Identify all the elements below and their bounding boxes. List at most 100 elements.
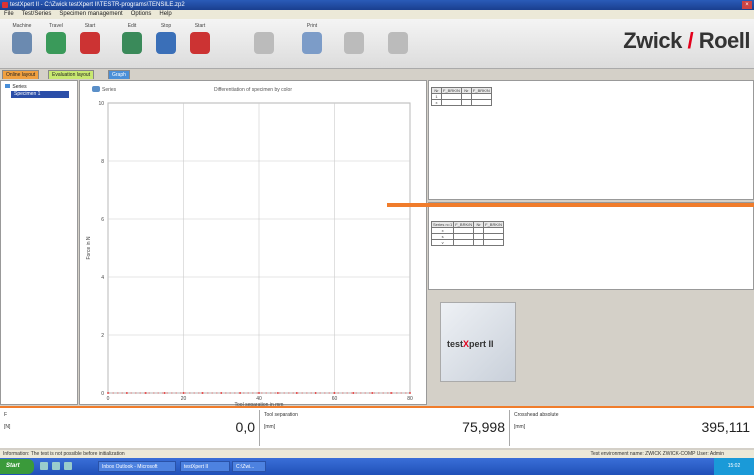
data-point [295,392,298,394]
tab-evaluation-layout[interactable]: Evaluation layout [48,70,95,79]
chart-panel: Series Differentiation of specimen by co… [79,80,428,406]
y-tick-label: 8 [101,159,104,165]
task-outlook[interactable]: Inbox Outlook - Microsoft [98,461,176,472]
edit-button[interactable]: Edit [118,23,146,65]
start-icon [80,32,100,54]
data-point [201,392,204,394]
statistics-cell [473,239,485,246]
statistics-cell: v [430,239,455,246]
x-tick-label: 20 [181,396,187,402]
readout-bar: F [N] 0,0 Tool separation [mm] 75,998 Cr… [0,406,754,448]
tab-graph[interactable]: Graph [108,70,130,79]
print-button[interactable]: Print [298,23,326,65]
statistics-table: Series n=1 F_BRK/N Nr F_BRK/N x s v [430,221,505,246]
travel-icon [46,32,66,54]
data-point [258,392,260,394]
travel-button[interactable]: Travel [42,23,70,65]
statistics-cell [483,239,505,246]
y-tick-label: 4 [101,275,104,281]
data-point [352,392,355,394]
tree-item-specimen[interactable]: Specimen 1 [11,91,69,98]
start-button[interactable]: Start [0,459,34,474]
statistics-cell [453,239,475,246]
x-tick-label: 60 [332,396,338,402]
statistics-header-cell: F_BRK/N [483,221,505,228]
start-button[interactable]: Start [76,23,104,65]
series-tree-panel: Series Specimen 1 [0,80,78,405]
taskbar: Start Inbox Outlook - Microsoft testXper… [0,458,754,475]
document-button[interactable] [250,23,278,65]
data-point [239,392,242,394]
results-row[interactable]: x [431,99,492,106]
app-icon [2,2,8,8]
orange-highlight-line [387,203,754,207]
system-tray-clock: 15:02 [714,458,754,475]
stop-button[interactable]: Stop [152,23,180,65]
info-message: Information: The test is not possible be… [3,451,125,457]
data-point [314,392,317,394]
close-button[interactable]: × [742,1,752,9]
edit-icon [122,32,142,54]
statistics-header-cell: F_BRK/N [453,221,475,228]
environment-info: Test environment name: ZWICK ZWICK-COMP … [590,451,724,457]
data-point [276,392,279,394]
data-point [163,392,166,394]
zero-button[interactable] [340,23,368,65]
task-explorer[interactable]: C:\Zwi... [232,461,266,472]
testxpert-logo: testXpert II [440,302,516,382]
zwick-roell-logo: Zwick / Roell [623,28,750,53]
statistics-header-cell: Series n=1 [430,221,455,228]
quicklaunch-icon[interactable] [52,462,60,470]
y-tick-label: 2 [101,333,104,339]
folder-icon [5,84,10,88]
results-cell: x [431,99,442,106]
message-bar: Information: The test is not possible be… [0,450,754,458]
results-table: Nr F_BRK/N Nr F_BRK/N 1 x [431,87,492,106]
results-cell [460,99,472,106]
results-header-cell: F_BRK/N [441,87,462,94]
data-point [333,392,336,394]
menu-file[interactable]: File [4,10,14,19]
crosshead-readout: Crosshead absolute [mm] 395,111 [514,412,750,435]
record-button[interactable]: Start [186,23,214,65]
force-readout: F [N] 0,0 [0,410,260,446]
data-point [409,392,411,394]
data-point [144,392,147,394]
menu-help[interactable]: Help [159,10,171,19]
data-point [220,392,223,394]
results-panel: Nr F_BRK/N Nr F_BRK/N 1 x Series n=1 F_BRK/N Nr… [428,80,754,405]
results-cell [470,99,492,106]
force-chart[interactable]: 0 20 40 60 800246810Tool separation in mmFor… [80,81,428,406]
results-header-cell: F_BRK/N [470,87,492,94]
task-testxpert[interactable]: testXpert II [180,461,230,472]
menu-specimen-management[interactable]: Specimen management [59,10,122,19]
menu-test-series[interactable]: Test/Series [22,10,52,19]
tool-separation-readout: Tool separation [mm] 75,998 [260,410,510,446]
y-tick-label: 0 [101,391,104,397]
statistics-row[interactable]: v [430,239,505,246]
tools-button[interactable] [384,23,412,65]
quicklaunch-icon[interactable] [40,462,48,470]
zero-icon [344,32,364,54]
results-cell [441,99,462,106]
machine-button[interactable]: Machine [8,23,36,65]
data-point [125,392,128,394]
data-point [390,392,393,394]
quicklaunch-icon[interactable] [64,462,72,470]
tree-root-series[interactable]: Series [5,84,27,90]
menu-bar: File Test/Series Specimen management Opt… [0,10,754,19]
y-axis-label: Force in N [86,236,92,259]
window-title: testXpert II - C:\Zwick testXpert II\TES… [10,2,185,8]
statistics-table-panel: Series n=1 F_BRK/N Nr F_BRK/N x s v [428,202,754,290]
tools-icon [388,32,408,54]
record-icon [190,32,210,54]
x-tick-label: 80 [407,396,413,402]
results-table-panel: Nr F_BRK/N Nr F_BRK/N 1 x [428,80,754,200]
title-bar: testXpert II - C:\Zwick testXpert II\TES… [0,0,754,10]
data-point [107,392,109,394]
print-icon [302,32,322,54]
menu-options[interactable]: Options [131,10,152,19]
logo-panel: testXpert II [428,292,754,405]
tab-online-layout[interactable]: Online layout [2,70,40,79]
x-tick-label: 0 [107,396,110,402]
